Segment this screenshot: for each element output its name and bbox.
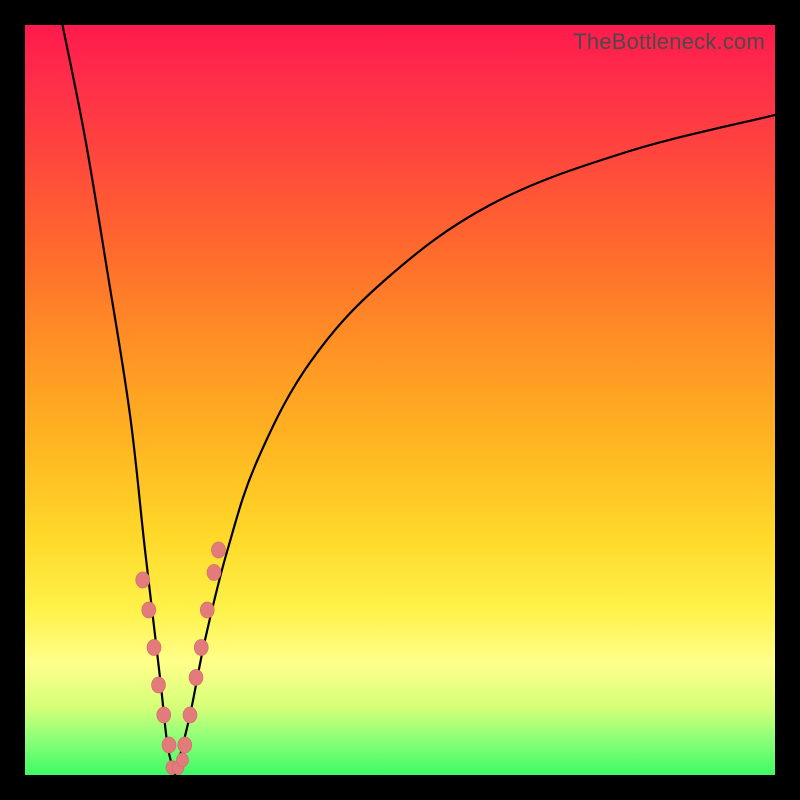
bead-point [212, 542, 226, 558]
bead-point [194, 639, 208, 655]
bead-point [157, 707, 171, 723]
bead-point [200, 602, 214, 618]
curve-layer [25, 25, 775, 775]
bead-point [142, 602, 156, 618]
bead-point [147, 639, 161, 655]
bead-point [207, 564, 221, 580]
bead-point [189, 669, 203, 685]
curve-left-branch [63, 25, 176, 775]
sample-beads [136, 542, 226, 774]
bead-point [177, 753, 189, 767]
bead-point [178, 737, 192, 753]
bead-point [136, 572, 150, 588]
curve-right-branch [175, 115, 775, 775]
bead-point [152, 677, 166, 693]
bead-point [183, 707, 197, 723]
plot-area: TheBottleneck.com [25, 25, 775, 775]
chart-frame: TheBottleneck.com [0, 0, 800, 800]
bead-point [162, 737, 176, 753]
